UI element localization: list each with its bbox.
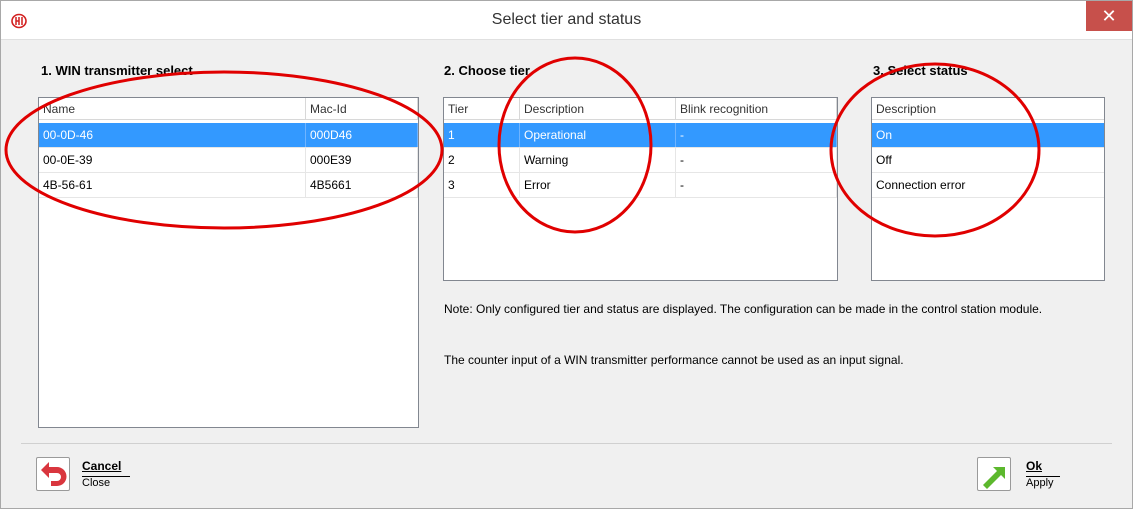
dialog-window: Select tier and status ✕ 1. WIN transmit… xyxy=(0,0,1133,509)
ok-label: Ok xyxy=(1026,459,1043,473)
footer-divider xyxy=(21,443,1112,444)
status-description: Off xyxy=(876,153,892,167)
column-header-blink[interactable]: Blink recognition xyxy=(676,98,837,120)
tier-description: Warning xyxy=(520,148,676,172)
status-row[interactable]: Off xyxy=(872,148,1104,173)
tier-blink: - xyxy=(676,148,837,172)
undo-arrow-icon xyxy=(36,457,70,491)
column-header-description[interactable]: Description xyxy=(520,98,676,120)
tier-description: Operational xyxy=(520,123,676,147)
status-row[interactable]: On xyxy=(872,123,1104,148)
ok-button[interactable]: Ok Apply xyxy=(977,457,1087,497)
tier-blink: - xyxy=(676,173,837,197)
tier-list[interactable]: Tier Description Blink recognition 1 Ope… xyxy=(443,97,838,281)
status-heading: 3. Select status xyxy=(873,63,968,78)
status-description: On xyxy=(876,128,893,142)
transmitter-row[interactable]: 00-0D-46 000D46 xyxy=(39,123,418,148)
tier-heading: 2. Choose tier xyxy=(444,63,530,78)
transmitter-name: 4B-56-61 xyxy=(39,173,306,197)
transmitter-row[interactable]: 00-0E-39 000E39 xyxy=(39,148,418,173)
transmitter-mac: 000D46 xyxy=(306,123,418,147)
transmitter-name: 00-0E-39 xyxy=(39,148,306,172)
transmitter-mac: 000E39 xyxy=(306,148,418,172)
transmitter-list[interactable]: Name Mac-Id 00-0D-46 000D46 00-0E-39 000… xyxy=(38,97,419,428)
green-arrow-icon xyxy=(977,457,1011,491)
close-button[interactable]: ✕ xyxy=(1086,1,1132,31)
transmitter-row[interactable]: 4B-56-61 4B5661 xyxy=(39,173,418,198)
column-header-mac-id[interactable]: Mac-Id xyxy=(306,98,418,120)
window-title: Select tier and status xyxy=(491,11,642,28)
cancel-button[interactable]: Cancel Close xyxy=(36,457,146,497)
transmitter-heading: 1. WIN transmitter select xyxy=(41,63,193,78)
tier-number: 2 xyxy=(444,148,520,172)
column-header-tier[interactable]: Tier xyxy=(444,98,520,120)
status-description: Connection error xyxy=(876,178,966,192)
tier-number: 3 xyxy=(444,173,520,197)
ok-sub-label: Apply xyxy=(1026,476,1060,489)
column-header-name[interactable]: Name xyxy=(39,98,306,120)
cancel-sub-label: Close xyxy=(82,476,130,489)
tier-row[interactable]: 2 Warning - xyxy=(444,148,837,173)
transmitter-mac: 4B5661 xyxy=(306,173,418,197)
status-row[interactable]: Connection error xyxy=(872,173,1104,198)
counter-input-note: The counter input of a WIN transmitter p… xyxy=(444,353,904,367)
close-icon: ✕ xyxy=(1101,6,1117,26)
transmitter-name: 00-0D-46 xyxy=(39,123,306,147)
tier-blink: - xyxy=(676,123,837,147)
tier-description: Error xyxy=(520,173,676,197)
cancel-label: Cancel xyxy=(82,459,122,473)
tier-row[interactable]: 1 Operational - xyxy=(444,123,837,148)
column-header-status-description[interactable]: Description xyxy=(872,98,1104,120)
configuration-note: Note: Only configured tier and status ar… xyxy=(444,302,1043,316)
tier-number: 1 xyxy=(444,123,520,147)
title-bar[interactable]: Select tier and status ✕ xyxy=(1,1,1132,40)
tier-row[interactable]: 3 Error - xyxy=(444,173,837,198)
status-list[interactable]: Description On Off Connection error xyxy=(871,97,1105,281)
